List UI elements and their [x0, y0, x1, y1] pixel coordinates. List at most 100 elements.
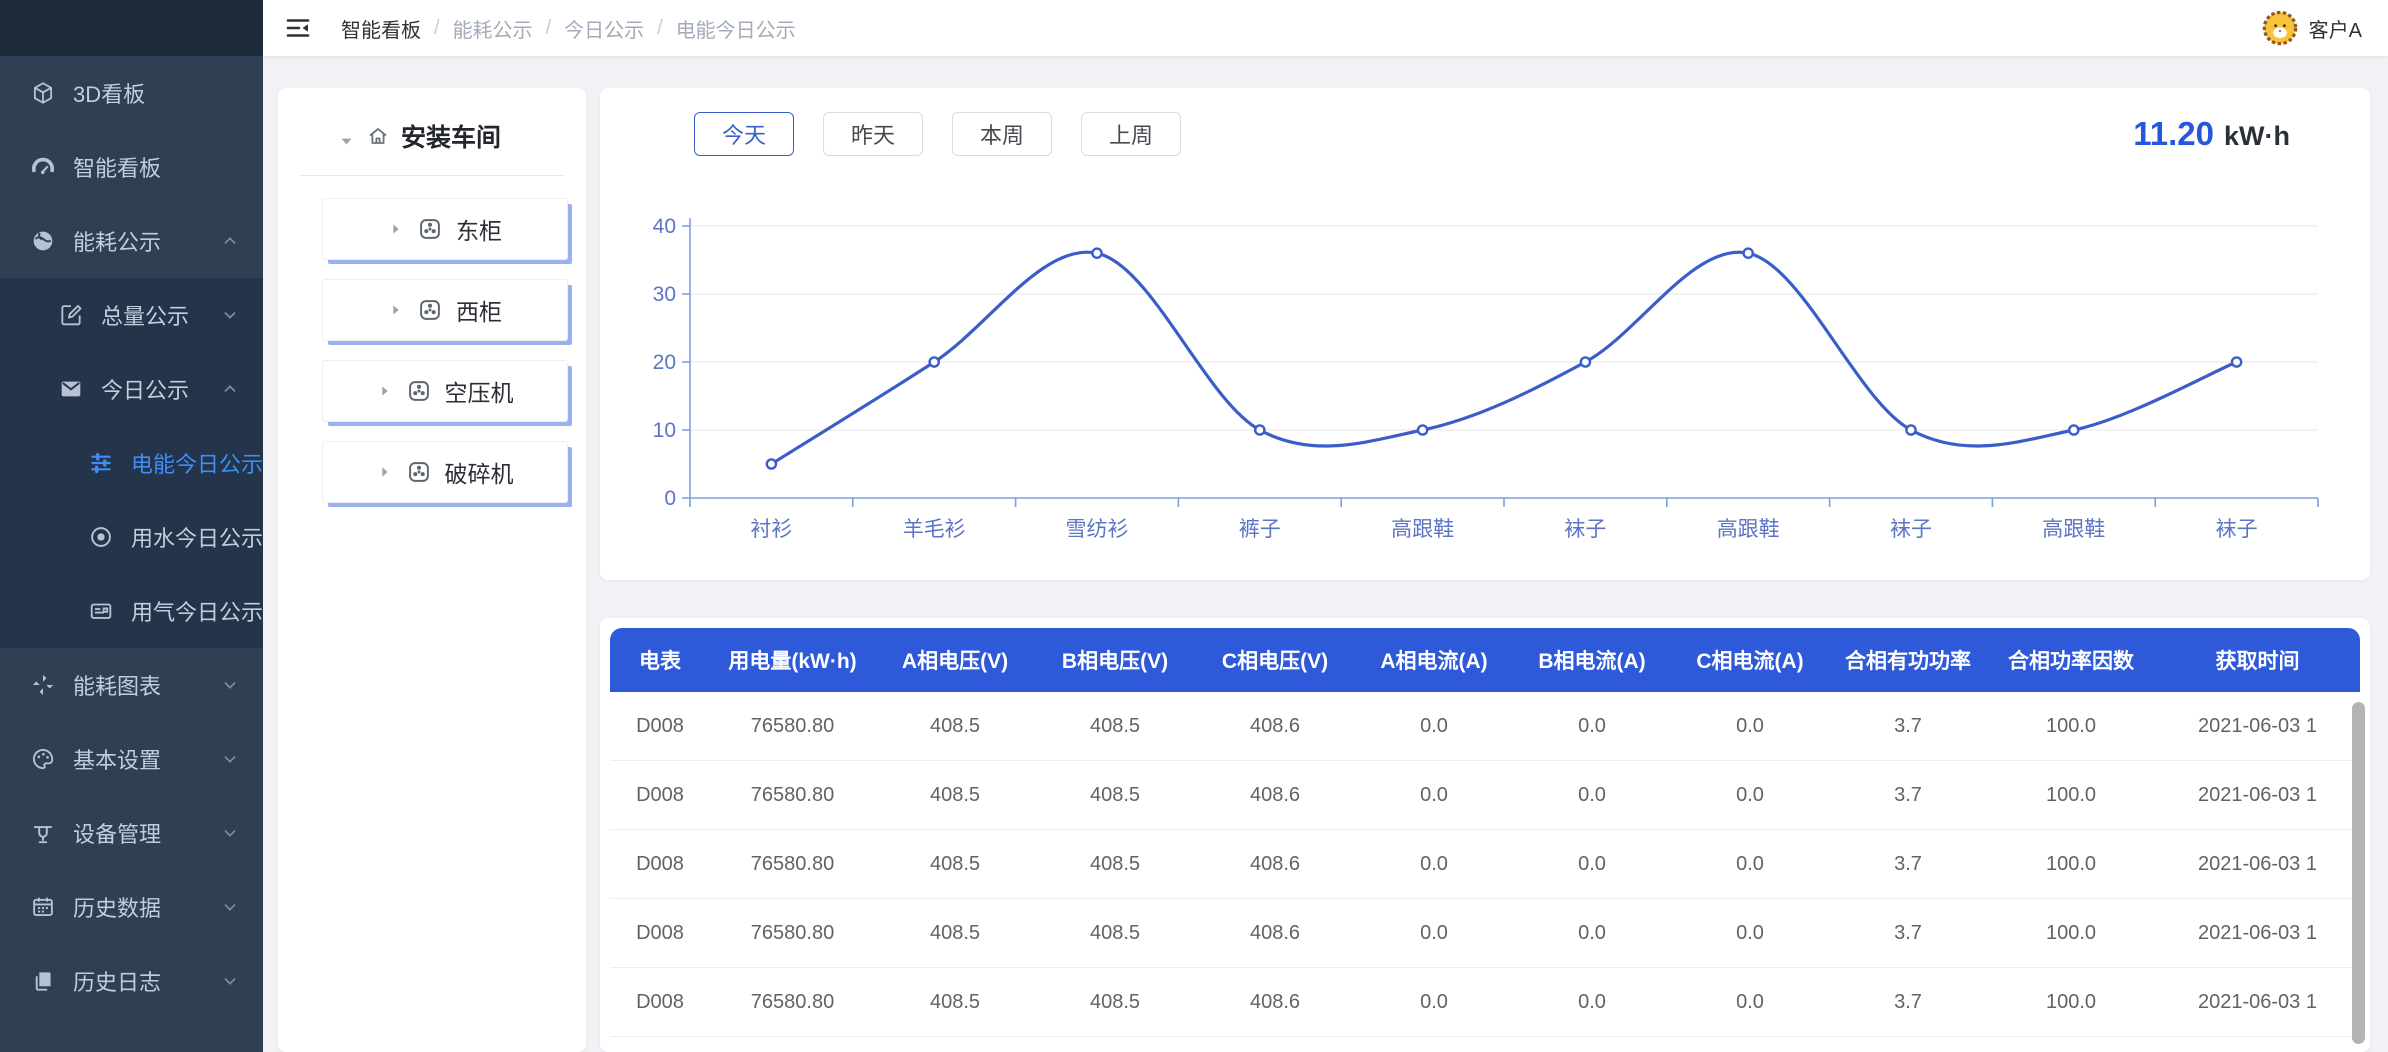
sidebar-item[interactable]: 能耗图表: [0, 648, 263, 722]
sidebar-item-label: 用水今日公示: [131, 521, 263, 553]
sidebar-item-label: 总量公示: [101, 299, 189, 331]
sidebar-item[interactable]: 总量公示: [0, 278, 263, 352]
table-cell: 2021-06-03 1: [2155, 715, 2360, 738]
table-row[interactable]: D00876580.80408.5408.5408.60.00.00.03.71…: [610, 899, 2360, 968]
table-scrollbar-thumb[interactable]: [2352, 702, 2365, 1044]
tree-item-label: 空压机: [445, 374, 514, 408]
topbar: 智能看板/能耗公示/今日公示/电能今日公示 客户A: [263, 0, 2388, 56]
table-cell: 408.5: [1035, 991, 1195, 1014]
sidebar-item[interactable]: 历史数据: [0, 870, 263, 944]
table-cell: 0.0: [1513, 991, 1671, 1014]
table-cell: 0.0: [1355, 784, 1513, 807]
sidebar-menu: 3D看板智能看板能耗公示总量公示今日公示电能今日公示用水今日公示用气今日公示能耗…: [0, 56, 263, 1018]
table-row[interactable]: D00876580.80408.5408.5408.60.00.00.03.71…: [610, 968, 2360, 1037]
tree-item[interactable]: 东柜: [322, 198, 568, 260]
table-cell: 0.0: [1671, 853, 1829, 876]
table-cell: 3.7: [1829, 784, 1987, 807]
table-cell: 2021-06-03 1: [2155, 853, 2360, 876]
card-icon: [88, 598, 114, 624]
tree-item[interactable]: 破碎机: [322, 441, 568, 503]
table-cell: 0.0: [1513, 784, 1671, 807]
table-cell: 3.7: [1829, 715, 1987, 738]
table-cell: 0.0: [1671, 715, 1829, 738]
sidebar-item[interactable]: 基本设置: [0, 722, 263, 796]
svg-text:袜子: 袜子: [1564, 518, 1606, 541]
sidebar-item-label: 3D看板: [73, 77, 145, 109]
sidebar-item[interactable]: 用气今日公示: [0, 574, 263, 648]
caret-right-icon: [388, 302, 404, 318]
sidebar-item-label: 设备管理: [73, 817, 161, 849]
mail-icon: [58, 376, 84, 402]
tree-item-label: 破碎机: [445, 455, 514, 489]
table-row[interactable]: D00876580.80408.5408.5408.60.00.00.03.71…: [610, 830, 2360, 899]
table-cell: 408.5: [875, 853, 1035, 876]
chevron-down-icon: [221, 898, 239, 916]
meter-table-panel: 电表用电量(kW·h)A相电压(V)B相电压(V)C相电压(V)A相电流(A)B…: [600, 618, 2370, 1052]
svg-text:高跟鞋: 高跟鞋: [2042, 518, 2105, 541]
chevron-down-icon: [221, 972, 239, 990]
range-button[interactable]: 昨天: [823, 112, 923, 156]
user-menu[interactable]: 客户A: [2261, 9, 2362, 47]
tree-item[interactable]: 西柜: [322, 279, 568, 341]
caret-right-icon: [388, 221, 404, 237]
sidebar-item[interactable]: 电能今日公示: [0, 426, 263, 500]
table-header-cell: A相电压(V): [875, 645, 1035, 675]
app-window: 3D看板智能看板能耗公示总量公示今日公示电能今日公示用水今日公示用气今日公示能耗…: [0, 0, 2388, 1052]
table-cell: 408.5: [875, 991, 1035, 1014]
sliders-icon: [88, 450, 114, 476]
range-button[interactable]: 今天: [694, 112, 794, 156]
total-energy-unit: kW·h: [2224, 121, 2290, 152]
table-header-cell: C相电流(A): [1671, 645, 1829, 675]
device-icon: [30, 820, 56, 846]
sidebar-item[interactable]: 今日公示: [0, 352, 263, 426]
table-cell: 0.0: [1355, 715, 1513, 738]
sidebar-item[interactable]: 智能看板: [0, 130, 263, 204]
caret-down-icon: [338, 128, 355, 145]
right-column: 今天昨天本周上周 11.20 kW·h 010203040衬衫羊毛衫雪纺衫裤子高…: [600, 88, 2370, 1052]
breadcrumb-item[interactable]: 智能看板: [341, 14, 421, 43]
range-button[interactable]: 上周: [1081, 112, 1181, 156]
calendar-icon: [30, 894, 56, 920]
sidebar-item[interactable]: 设备管理: [0, 796, 263, 870]
breadcrumb-item[interactable]: 今日公示: [564, 14, 644, 43]
tree-item-label: 西柜: [456, 293, 502, 327]
lion-avatar: [2261, 9, 2299, 47]
sidebar-item[interactable]: 用水今日公示: [0, 500, 263, 574]
table-cell: 76580.80: [710, 853, 875, 876]
sidebar-item[interactable]: 能耗公示: [0, 204, 263, 278]
tree-root-node[interactable]: 安装车间: [278, 88, 586, 154]
device-tree-panel: 安装车间 东柜西柜空压机破碎机: [278, 88, 586, 1052]
table-cell: 3.7: [1829, 853, 1987, 876]
table-cell: 0.0: [1671, 922, 1829, 945]
tree-item[interactable]: 空压机: [322, 360, 568, 422]
table-cell: 408.5: [1035, 922, 1195, 945]
chevron-down-icon: [221, 306, 239, 324]
sidebar: 3D看板智能看板能耗公示总量公示今日公示电能今日公示用水今日公示用气今日公示能耗…: [0, 0, 263, 1052]
table-cell: 100.0: [1987, 784, 2155, 807]
sidebar-item[interactable]: 历史日志: [0, 944, 263, 1018]
table-header-cell: A相电流(A): [1355, 645, 1513, 675]
breadcrumb-item[interactable]: 能耗公示: [453, 14, 533, 43]
svg-text:0: 0: [664, 487, 676, 510]
table-cell: 408.5: [1035, 853, 1195, 876]
table-cell: 100.0: [1987, 853, 2155, 876]
table-row[interactable]: D00876580.80408.5408.5408.60.00.00.03.71…: [610, 761, 2360, 830]
table-header-cell: B相电压(V): [1035, 645, 1195, 675]
meter-icon: [417, 297, 443, 323]
sidebar-item[interactable]: 3D看板: [0, 56, 263, 130]
table-cell: 100.0: [1987, 922, 2155, 945]
sidebar-item-label: 用气今日公示: [131, 595, 263, 627]
sidebar-item-label: 能耗图表: [73, 669, 161, 701]
table-cell: 2021-06-03 1: [2155, 784, 2360, 807]
sync-arrows-icon: [30, 672, 56, 698]
svg-text:衬衫: 衬衫: [750, 518, 792, 541]
table-cell: 408.6: [1195, 784, 1355, 807]
hamburger-icon: [285, 15, 311, 41]
tree-item-label: 东柜: [456, 212, 502, 246]
table-row[interactable]: D00876580.80408.5408.5408.60.00.00.03.71…: [610, 692, 2360, 761]
table-header-cell: 合相有功功率: [1829, 645, 1987, 675]
hamburger-menu-icon[interactable]: [285, 15, 311, 41]
breadcrumb-item[interactable]: 电能今日公示: [676, 14, 796, 43]
table-cell: 100.0: [1987, 991, 2155, 1014]
range-button[interactable]: 本周: [952, 112, 1052, 156]
